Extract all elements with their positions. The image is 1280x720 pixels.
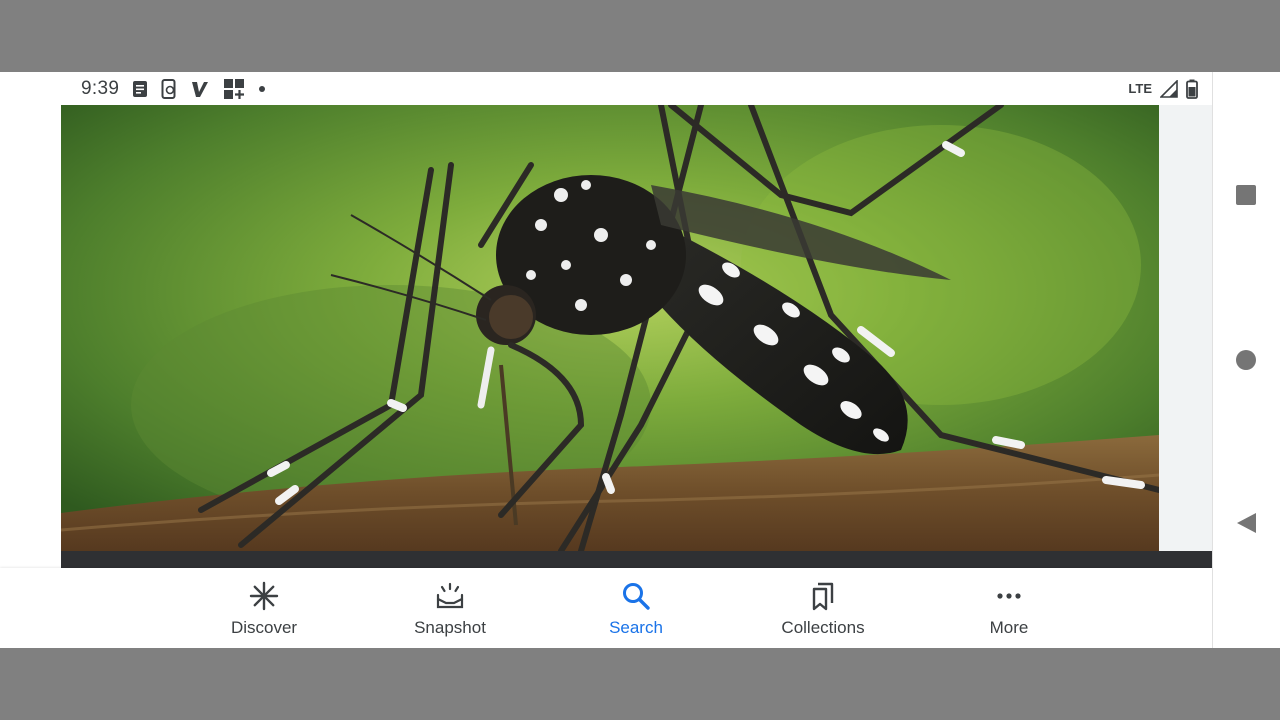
- search-icon: [621, 580, 651, 612]
- apps-icon: [223, 78, 245, 100]
- device-icon: [161, 78, 177, 99]
- venmo-icon: [190, 80, 210, 98]
- recents-button[interactable]: [1235, 184, 1257, 206]
- nav-label: Snapshot: [414, 618, 486, 637]
- content-area: [61, 105, 1213, 568]
- back-button[interactable]: [1235, 512, 1257, 534]
- snapshot-icon: [435, 580, 465, 612]
- circle-icon: [1236, 350, 1256, 370]
- nav-snapshot[interactable]: Snapshot: [380, 580, 520, 640]
- nav-label: Search: [609, 618, 663, 637]
- dot-icon: [258, 85, 266, 93]
- nav-label: More: [989, 618, 1029, 637]
- nav-collections[interactable]: Collections: [753, 580, 893, 640]
- nav-label: Discover: [230, 618, 298, 637]
- nav-search[interactable]: Search: [566, 580, 706, 640]
- nav-label: Collections: [781, 618, 865, 637]
- home-button[interactable]: [1235, 349, 1257, 371]
- discover-icon: [249, 580, 279, 612]
- content-bottom-strip: [61, 551, 1213, 568]
- nav-discover[interactable]: Discover: [194, 580, 334, 640]
- notes-icon: [132, 80, 148, 98]
- more-icon: [994, 580, 1024, 612]
- status-time: 9:39: [81, 77, 120, 99]
- collections-icon: [808, 580, 838, 612]
- nav-more[interactable]: More: [939, 580, 1079, 640]
- battery-icon: [1186, 79, 1198, 99]
- app-screen: 9:39 LTE Discover Snapshot Search Collec…: [0, 72, 1280, 648]
- network-type: LTE: [1128, 81, 1152, 96]
- signal-icon: [1160, 79, 1178, 98]
- square-icon: [1236, 185, 1256, 205]
- system-navigation: [1213, 72, 1280, 648]
- status-bar: 9:39 LTE: [62, 72, 1212, 105]
- back-triangle-icon: [1237, 513, 1256, 533]
- bottom-navigation: Discover Snapshot Search Collections Mor…: [0, 568, 1212, 648]
- mosquito-photo[interactable]: [61, 105, 1159, 551]
